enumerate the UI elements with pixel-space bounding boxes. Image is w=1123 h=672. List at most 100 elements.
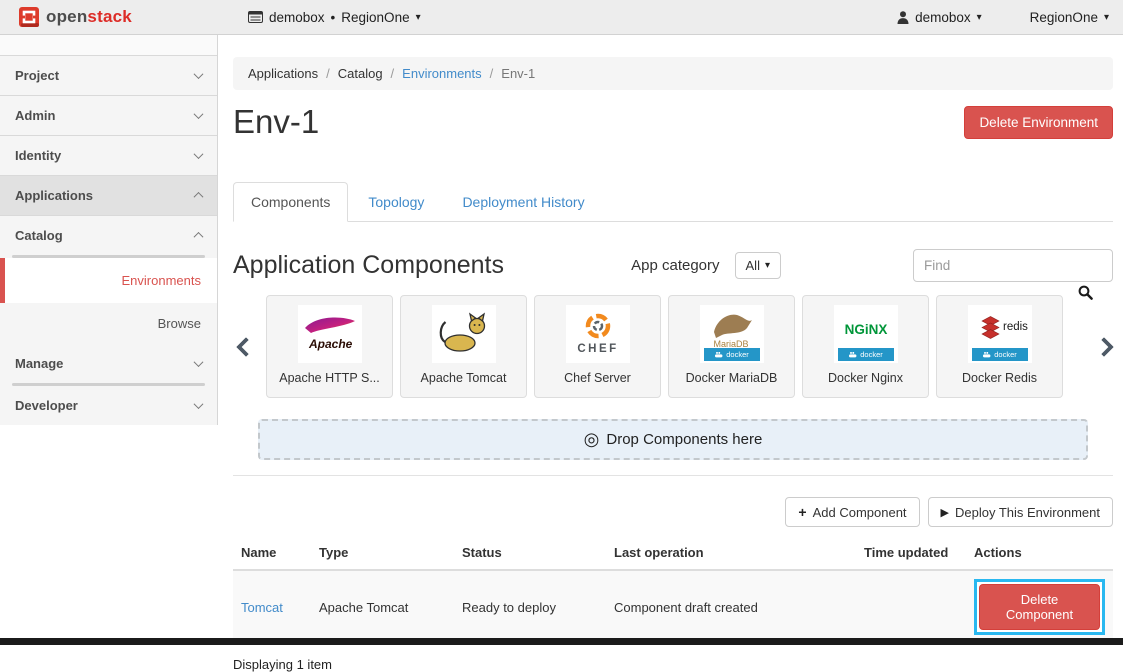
caret-down-icon: ▾ [765, 260, 770, 271]
docker-whale-icon [982, 351, 992, 358]
bottom-bar [0, 638, 1123, 645]
column-header-last-operation: Last operation [606, 536, 856, 570]
component-tile-docker-redis[interactable]: redis docker Docker Redis [936, 295, 1063, 398]
component-tile-label: Chef Server [564, 371, 631, 385]
component-tile-label: Apache Tomcat [421, 371, 507, 385]
openstack-cube-icon [18, 6, 40, 28]
column-header-status: Status [454, 536, 606, 570]
svg-text:redis: redis [1003, 321, 1028, 333]
sidebar-item-identity[interactable]: Identity [0, 136, 217, 176]
switcher-project-label: demobox [269, 10, 325, 25]
breadcrumb: Applications / Catalog / Environments / … [233, 57, 1113, 90]
add-component-button[interactable]: + Add Component [785, 497, 919, 527]
docker-badge-label: docker [860, 350, 883, 359]
tab-deployment-history[interactable]: Deployment History [444, 182, 602, 222]
switcher-region-label: RegionOne [341, 10, 409, 25]
page-title: Env-1 [233, 103, 319, 141]
breadcrumb-separator: / [326, 66, 330, 81]
components-table: Name Type Status Last operation Time upd… [233, 536, 1113, 644]
application-components-heading: Application Components [233, 251, 504, 280]
section-divider [233, 475, 1113, 476]
apache-httpd-logo-icon: Apache [298, 305, 362, 363]
component-tile-chef-server[interactable]: CHEF Chef Server [534, 295, 661, 398]
svg-text:MariaDB: MariaDB [713, 339, 748, 348]
sidebar-item-developer[interactable]: Developer [0, 386, 217, 425]
tab-bar: Components Topology Deployment History [233, 182, 1113, 222]
breadcrumb-separator: / [490, 66, 494, 81]
user-menu[interactable]: demobox ▾ [897, 10, 982, 25]
drop-target-icon: ◎ [584, 429, 600, 450]
search-button[interactable] [1078, 285, 1093, 303]
redis-logo-icon: redis docker [968, 305, 1032, 363]
delete-environment-button[interactable]: Delete Environment [964, 106, 1113, 139]
column-header-name: Name [233, 536, 311, 570]
svg-text:NGiNX: NGiNX [844, 322, 887, 337]
component-name-link[interactable]: Tomcat [241, 600, 283, 615]
svg-text:Apache: Apache [308, 337, 353, 351]
sidebar-item-label: Project [15, 68, 59, 83]
sidebar-item-catalog[interactable]: Catalog [0, 216, 217, 255]
chevron-up-icon [194, 232, 204, 242]
breadcrumb-separator: / [391, 66, 395, 81]
component-tile-apache-httpd[interactable]: Apache Apache HTTP S... [266, 295, 393, 398]
breadcrumb-environments-link[interactable]: Environments [402, 66, 481, 81]
chevron-down-icon [194, 357, 204, 367]
list-icon [248, 11, 263, 23]
chevron-down-icon [194, 399, 204, 409]
add-component-label: Add Component [813, 505, 907, 520]
sidebar-item-project[interactable]: Project [0, 56, 217, 96]
carousel-next-button[interactable] [1094, 337, 1114, 357]
component-type-cell: Apache Tomcat [311, 570, 454, 644]
caret-down-icon: ▾ [416, 12, 421, 23]
user-icon [897, 11, 909, 24]
tomcat-logo-icon [432, 305, 496, 363]
component-status-cell: Ready to deploy [454, 570, 606, 644]
tab-topology[interactable]: Topology [350, 182, 442, 222]
sidebar-item-applications[interactable]: Applications [0, 176, 217, 216]
play-icon: ▶ [941, 506, 949, 519]
carousel-prev-button[interactable] [236, 337, 256, 357]
search-icon [1078, 285, 1093, 300]
sidebar-item-label: Manage [15, 356, 63, 371]
sidebar-item-admin[interactable]: Admin [0, 96, 217, 136]
component-tile-docker-mariadb[interactable]: MariaDB docker Docker MariaDB [668, 295, 795, 398]
component-tiles: Apache Apache HTTP S... [266, 295, 1084, 398]
sidebar-item-label: Catalog [15, 228, 63, 243]
openstack-logo[interactable]: openstack [0, 6, 228, 28]
user-menu-label: demobox [915, 10, 971, 25]
find-input[interactable] [913, 249, 1113, 282]
tab-components[interactable]: Components [233, 182, 348, 222]
project-context-switcher[interactable]: demobox • RegionOne ▾ [248, 10, 421, 25]
docker-badge: docker [838, 348, 894, 361]
breadcrumb-current: Env-1 [501, 66, 535, 81]
docker-badge-label: docker [726, 350, 749, 359]
sidebar-item-label: Applications [15, 188, 93, 203]
app-category-value: All [746, 258, 760, 273]
nginx-logo-icon: NGiNX docker [834, 305, 898, 363]
sidebar-item-manage[interactable]: Manage [0, 344, 217, 383]
delete-component-button[interactable]: Delete Component [979, 584, 1100, 630]
region-menu[interactable]: RegionOne ▾ [1030, 10, 1109, 25]
drop-zone-label: Drop Components here [606, 431, 762, 448]
breadcrumb-catalog: Catalog [338, 66, 383, 81]
component-tile-label: Apache HTTP S... [279, 371, 380, 385]
sidebar-top-strip [0, 35, 217, 56]
component-tile-label: Docker Redis [962, 371, 1037, 385]
column-header-time-updated: Time updated [856, 536, 966, 570]
app-category-dropdown[interactable]: All ▾ [735, 252, 781, 279]
component-tile-docker-nginx[interactable]: NGiNX docker Docker Nginx [802, 295, 929, 398]
sidebar-item-environments[interactable]: Environments [0, 258, 217, 303]
drop-components-zone[interactable]: ◎ Drop Components here [258, 419, 1088, 460]
chevron-down-icon [194, 109, 204, 119]
table-header-row: Name Type Status Last operation Time upd… [233, 536, 1113, 570]
component-tile-apache-tomcat[interactable]: Apache Tomcat [400, 295, 527, 398]
chevron-down-icon [194, 149, 204, 159]
sidebar-item-label: Admin [15, 108, 55, 123]
docker-whale-icon [848, 351, 858, 358]
app-category-label: App category [631, 257, 719, 274]
docker-badge: docker [972, 348, 1028, 361]
deploy-environment-button[interactable]: ▶ Deploy This Environment [928, 497, 1113, 527]
sidebar-item-browse[interactable]: Browse [0, 303, 217, 344]
component-tile-label: Docker Nginx [828, 371, 903, 385]
switcher-separator: • [331, 10, 336, 25]
